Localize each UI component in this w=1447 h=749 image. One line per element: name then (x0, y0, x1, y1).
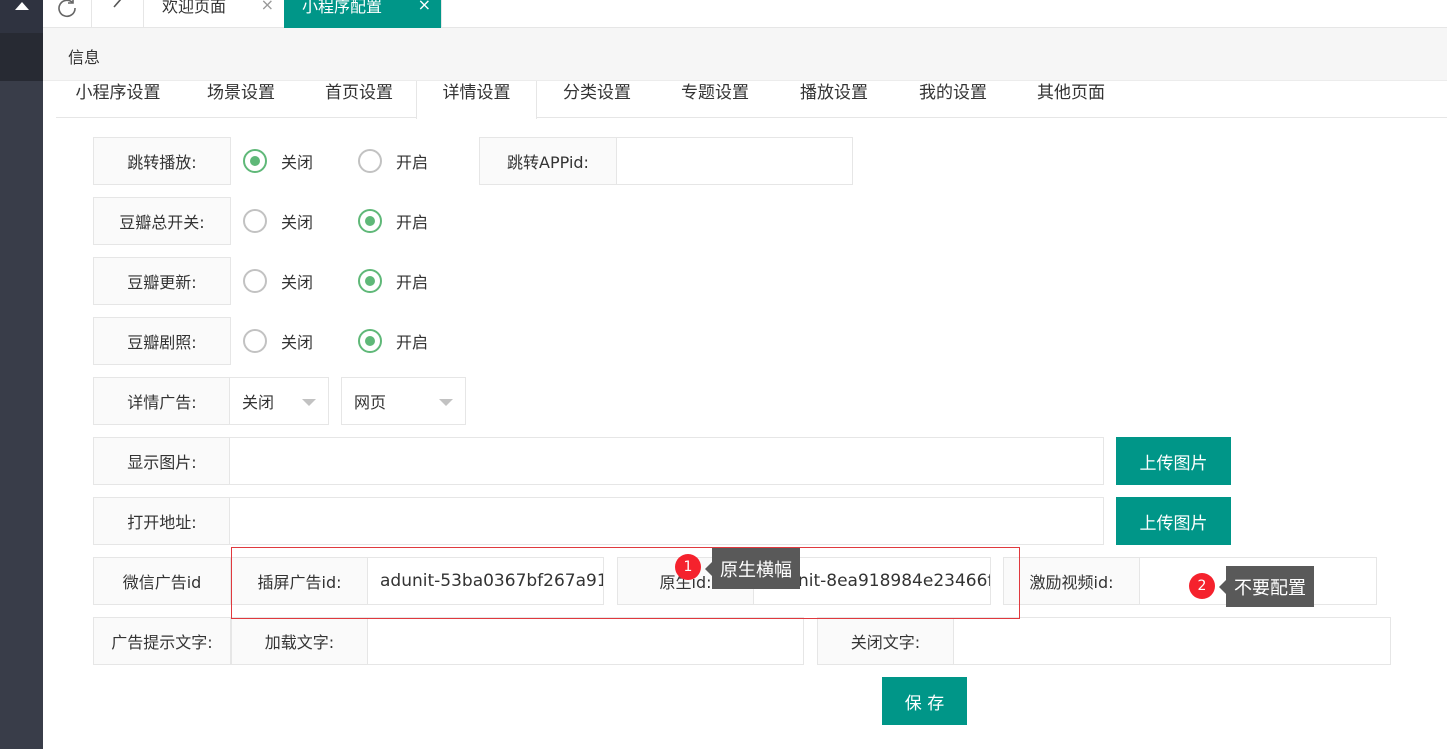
douban-update-off-radio[interactable]: 关闭 (243, 269, 313, 293)
douban-master-off-radio[interactable]: 关闭 (243, 209, 313, 233)
detail-ad-label: 详情广告: (93, 377, 231, 425)
refresh-button[interactable] (43, 0, 92, 28)
wechat-ad-label: 微信广告id (93, 557, 231, 605)
tab-scene-settings[interactable]: 场景设置 (196, 81, 286, 118)
close-icon[interactable]: × (418, 0, 431, 13)
settings-tabs: 小程序设置 场景设置 首页设置 详情设置 分类设置 专题设置 播放设置 我的设置… (56, 81, 1447, 119)
highlight-box (231, 547, 1020, 619)
tab-other-pages[interactable]: 其他页面 (1026, 81, 1116, 118)
reward-video-label: 激励视频id: (1003, 557, 1140, 605)
upload-url-button[interactable]: 上传图片 (1116, 497, 1231, 545)
radio-unchecked-icon (243, 209, 267, 233)
radio-checked-icon (358, 269, 382, 293)
douban-update-off-text: 关闭 (281, 273, 314, 292)
annotation-tooltip-2: 不要配置 (1219, 566, 1314, 607)
douban-master-on-radio[interactable]: 开启 (358, 209, 428, 233)
sidebar-active-band (0, 33, 43, 81)
douban-update-label: 豆瓣更新: (93, 257, 231, 305)
info-bar: 信息 (43, 28, 1447, 81)
tab-miniprogram-config[interactable]: 小程序配置 × (284, 0, 442, 28)
radio-unchecked-icon (243, 269, 267, 293)
radio-unchecked-icon (243, 329, 267, 353)
jump-play-off-text: 关闭 (281, 153, 314, 172)
save-button[interactable]: 保 存 (882, 677, 967, 725)
jump-appid-label: 跳转APPid: (479, 137, 617, 185)
radio-checked-icon (358, 209, 382, 233)
douban-stills-on-text: 开启 (396, 333, 429, 352)
radio-checked-icon (358, 329, 382, 353)
jump-play-off-radio[interactable]: 关闭 (243, 149, 313, 173)
annotation-badge-1: 1 (675, 554, 701, 580)
annotation-badge-2: 2 (1189, 573, 1215, 599)
tab-welcome-label: 欢迎页面 (162, 0, 227, 16)
dropdown-arrow-icon (439, 399, 453, 406)
refresh-icon (58, 0, 76, 18)
loading-text-label: 加载文字: (231, 617, 368, 665)
sidebar (0, 0, 43, 749)
annotation-tooltip-1: 原生横幅 (705, 548, 800, 589)
detail-ad-switch-select[interactable]: 关闭 (229, 377, 329, 425)
open-url-input[interactable] (229, 497, 1104, 545)
tab-miniprogram-config-label: 小程序配置 (302, 0, 383, 16)
douban-update-on-radio[interactable]: 开启 (358, 269, 428, 293)
show-image-label: 显示图片: (93, 437, 231, 485)
douban-stills-off-text: 关闭 (281, 333, 314, 352)
back-icon (112, 0, 121, 8)
radio-unchecked-icon (358, 149, 382, 173)
open-url-label: 打开地址: (93, 497, 231, 545)
back-button[interactable] (92, 0, 144, 28)
jump-appid-input[interactable] (616, 137, 853, 185)
detail-ad-type-select[interactable]: 网页 (341, 377, 466, 425)
close-icon[interactable]: × (261, 0, 274, 13)
douban-master-label: 豆瓣总开关: (93, 197, 231, 245)
douban-master-off-text: 关闭 (281, 213, 314, 232)
detail-ad-type-value: 网页 (354, 393, 387, 412)
dropdown-arrow-icon (302, 399, 316, 406)
tab-bar: 欢迎页面 × 小程序配置 × (43, 0, 1447, 28)
jump-play-on-radio[interactable]: 开启 (358, 149, 428, 173)
douban-stills-on-radio[interactable]: 开启 (358, 329, 428, 353)
tab-category-settings[interactable]: 分类设置 (552, 81, 642, 118)
tab-detail-settings[interactable]: 详情设置 (416, 81, 537, 119)
ad-text-label: 广告提示文字: (93, 617, 231, 665)
tab-my-settings[interactable]: 我的设置 (908, 81, 998, 118)
douban-master-on-text: 开启 (396, 213, 429, 232)
tab-welcome[interactable]: 欢迎页面 × (144, 0, 285, 28)
radio-checked-icon (243, 149, 267, 173)
douban-update-on-text: 开启 (396, 273, 429, 292)
close-text-label: 关闭文字: (817, 617, 954, 665)
upload-image-button[interactable]: 上传图片 (1116, 437, 1231, 485)
tab-topic-settings[interactable]: 专题设置 (670, 81, 760, 118)
loading-text-input[interactable] (367, 617, 804, 665)
tab-home-settings[interactable]: 首页设置 (314, 81, 404, 118)
douban-stills-off-radio[interactable]: 关闭 (243, 329, 313, 353)
collapse-arrow-icon[interactable] (15, 2, 29, 10)
tab-miniprogram-settings[interactable]: 小程序设置 (66, 81, 170, 118)
show-image-input[interactable] (229, 437, 1104, 485)
detail-ad-switch-value: 关闭 (242, 393, 275, 412)
tab-play-settings[interactable]: 播放设置 (789, 81, 879, 118)
douban-stills-label: 豆瓣剧照: (93, 317, 231, 365)
jump-play-label: 跳转播放: (93, 137, 231, 185)
info-title: 信息 (68, 48, 101, 67)
close-text-input[interactable] (953, 617, 1391, 665)
jump-play-on-text: 开启 (396, 153, 429, 172)
